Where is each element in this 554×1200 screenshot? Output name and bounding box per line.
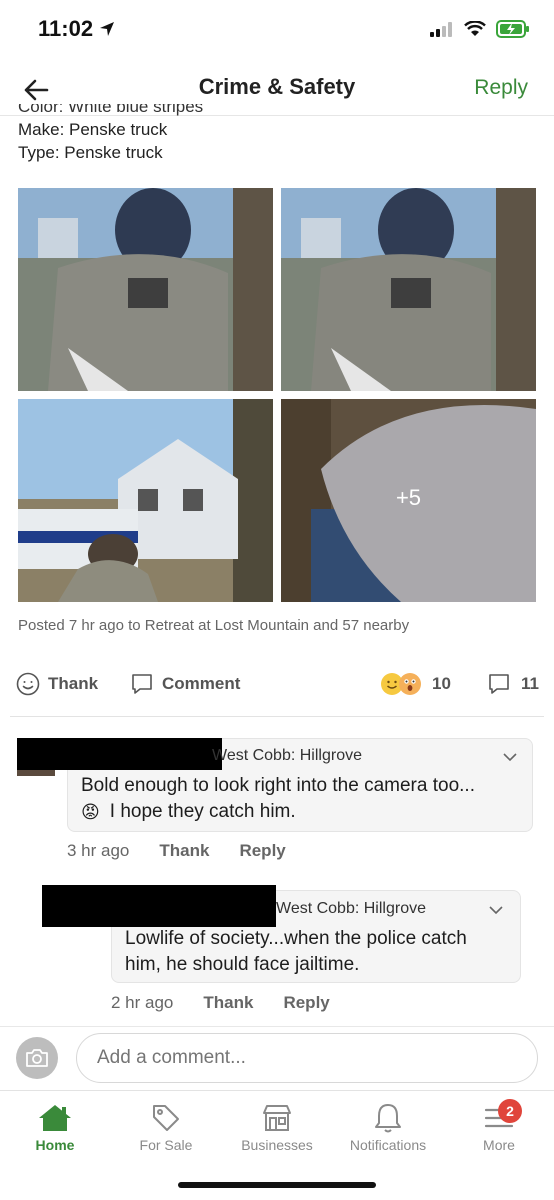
tab-label: More <box>483 1137 515 1153</box>
comment-count-button[interactable]: 11 <box>487 672 539 696</box>
thank-button[interactable]: Thank <box>16 672 98 696</box>
comment-reply-button[interactable]: Reply <box>239 841 285 861</box>
wifi-icon <box>464 21 486 36</box>
tab-notifications[interactable]: Notifications <box>333 1099 443 1153</box>
chevron-down-icon[interactable] <box>489 905 503 915</box>
comment-reply-button[interactable]: Reply <box>283 993 329 1013</box>
redacted-author <box>17 738 222 770</box>
tab-more[interactable]: 2 More <box>444 1099 554 1153</box>
tab-label: Businesses <box>241 1137 313 1153</box>
notification-badge: 2 <box>498 1099 522 1123</box>
comment-text: Bold enough to look right into the camer… <box>81 773 475 825</box>
reaction-emojis-icon <box>380 672 422 696</box>
comment-thank-button[interactable]: Thank <box>203 993 253 1013</box>
home-indicator <box>178 1182 376 1188</box>
thank-label: Thank <box>48 674 99 693</box>
redacted-author <box>42 885 276 927</box>
comment-neighborhood: West Cobb: Hillgrove <box>276 900 426 917</box>
post-photo-2[interactable] <box>281 188 536 391</box>
post-photo-3[interactable] <box>18 399 273 602</box>
comment-label: Comment <box>162 674 241 693</box>
status-time: 11:02 <box>38 16 115 42</box>
comment-count-icon <box>489 674 509 694</box>
comment-time: 3 hr ago <box>67 841 130 860</box>
tab-businesses[interactable]: Businesses <box>222 1099 332 1153</box>
bell-icon <box>375 1104 401 1133</box>
comment-time: 2 hr ago <box>111 993 174 1012</box>
status-bar: 11:02 <box>0 0 554 60</box>
more-photos-count: +5 <box>395 485 422 510</box>
storefront-icon <box>263 1105 291 1131</box>
camera-button[interactable] <box>16 1037 58 1079</box>
smiley-icon <box>16 672 40 696</box>
comment-neighborhood: West Cobb: Hillgrove <box>212 747 362 764</box>
comment-thank-button[interactable]: Thank <box>159 841 209 861</box>
time-text: 11:02 <box>38 16 94 41</box>
post-photo-more[interactable]: +5 <box>281 399 536 602</box>
tab-home[interactable]: Home <box>0 1099 110 1153</box>
comment-meta: 3 hr ago Thank Reply <box>67 841 286 861</box>
post-actions: Thank Comment 10 11 <box>0 672 554 702</box>
post-body: Color: White blue stripes Make: Penske t… <box>18 104 203 164</box>
post-make: Make: Penske truck <box>18 120 168 139</box>
comment-button[interactable]: Comment <box>130 672 240 696</box>
post-meta: Posted 7 hr ago to Retreat at Lost Mount… <box>18 617 410 634</box>
tab-label: Notifications <box>349 1137 427 1153</box>
chevron-down-icon[interactable] <box>503 752 517 762</box>
reaction-count: 10 <box>432 674 451 693</box>
tab-label: For Sale <box>139 1137 193 1153</box>
cellular-signal-icon <box>430 22 452 37</box>
camera-icon <box>26 1049 48 1067</box>
comment-text: Lowlife of society...when the police cat… <box>125 928 467 975</box>
tag-icon <box>153 1105 179 1131</box>
angry-emoji-icon: 😡 <box>81 802 100 822</box>
comment-bubble-icon <box>132 674 152 694</box>
page-title: Crime & Safety <box>198 74 356 99</box>
reply-button[interactable]: Reply <box>474 76 528 100</box>
location-arrow-icon <box>100 22 115 36</box>
divider <box>10 716 544 717</box>
post-photo-1[interactable] <box>18 188 273 391</box>
comment-meta: 2 hr ago Thank Reply <box>111 993 330 1013</box>
comment-composer <box>0 1026 554 1088</box>
comment-count: 11 <box>521 674 539 693</box>
tab-label: Home <box>35 1137 75 1153</box>
battery-charging-icon <box>496 20 529 38</box>
reactions-summary[interactable]: 10 <box>380 672 451 696</box>
tab-for-sale[interactable]: For Sale <box>111 1099 221 1153</box>
comment-input[interactable] <box>76 1033 538 1083</box>
status-icons <box>430 20 530 38</box>
post-cut-line: Color: White blue stripes <box>18 104 204 116</box>
post-type: Type: Penske truck <box>18 143 163 162</box>
home-icon <box>39 1105 71 1131</box>
